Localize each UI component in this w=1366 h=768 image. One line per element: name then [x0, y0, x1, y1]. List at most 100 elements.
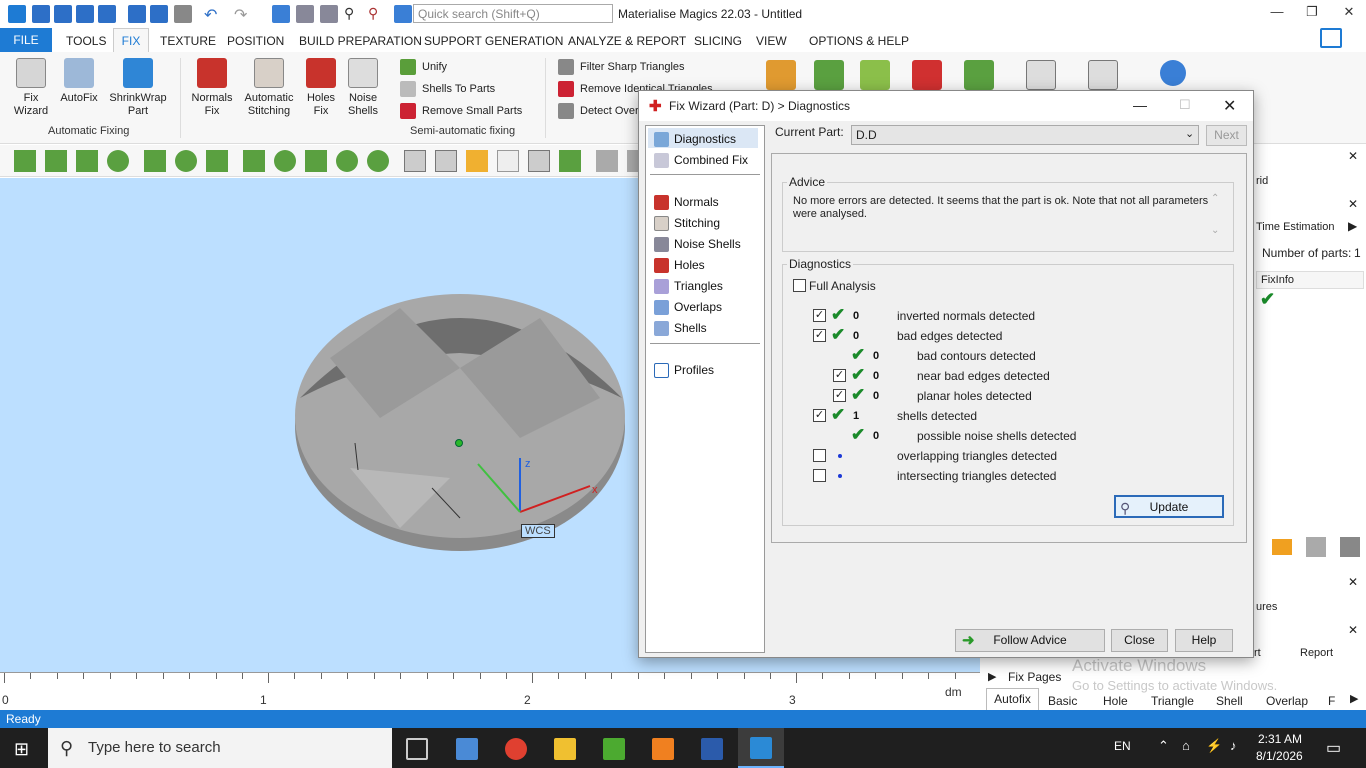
- close-icon[interactable]: ✕: [1348, 623, 1358, 637]
- globe-icon[interactable]: [1160, 60, 1186, 86]
- nav-noise-shells[interactable]: Noise Shells: [652, 235, 741, 253]
- row-checkbox[interactable]: [813, 469, 826, 482]
- minimize-button[interactable]: —: [1262, 4, 1292, 19]
- update-button[interactable]: ⚲ Update: [1114, 495, 1224, 518]
- holes-fix-button[interactable]: Holes Fix: [300, 58, 342, 118]
- computer-icon[interactable]: [456, 738, 478, 760]
- row-checkbox[interactable]: ✓: [813, 309, 826, 322]
- noise-shells-button[interactable]: Noise Shells: [343, 58, 383, 118]
- select-shell-icon[interactable]: [107, 150, 129, 172]
- tab-autofix[interactable]: Autofix: [986, 688, 1039, 710]
- tab-hole[interactable]: Hole: [1103, 694, 1128, 708]
- mark-icon[interactable]: [336, 150, 358, 172]
- network-icon[interactable]: ⌂: [1182, 738, 1190, 753]
- tab-build-preparation[interactable]: BUILD PREPARATION: [299, 34, 422, 48]
- notification-icon[interactable]: ▭: [1326, 738, 1341, 758]
- row-checkbox[interactable]: ✓: [833, 389, 846, 402]
- dialog-maximize-button[interactable]: ☐: [1179, 97, 1191, 113]
- automatic-stitching-button[interactable]: Automatic Stitching: [240, 58, 298, 118]
- tab-texture[interactable]: TEXTURE: [160, 34, 216, 48]
- fix-wizard-button[interactable]: Fix Wizard: [6, 58, 56, 118]
- row-checkbox[interactable]: ✓: [813, 409, 826, 422]
- tool-icon[interactable]: [1306, 537, 1326, 557]
- expand-icon[interactable]: ▶: [988, 670, 996, 683]
- tab-fix[interactable]: FIX: [113, 28, 149, 52]
- select-plane-icon[interactable]: [45, 150, 67, 172]
- save-icon[interactable]: [76, 5, 94, 23]
- row-checkbox[interactable]: ✓: [833, 369, 846, 382]
- tab-basic[interactable]: Basic: [1048, 694, 1077, 708]
- tab-slicing[interactable]: SLICING: [694, 34, 742, 48]
- tool-icon[interactable]: [1026, 60, 1056, 90]
- cube-icon[interactable]: [497, 150, 519, 172]
- cube-icon[interactable]: [528, 150, 550, 172]
- zoom-out-icon[interactable]: ⚲: [368, 5, 386, 23]
- close-icon[interactable]: ✕: [1348, 197, 1358, 211]
- new-icon[interactable]: [32, 5, 50, 23]
- row-checkbox[interactable]: [813, 449, 826, 462]
- cube-color-icon[interactable]: [466, 150, 488, 172]
- redo-icon[interactable]: ↷: [234, 5, 252, 24]
- language-indicator[interactable]: EN: [1114, 739, 1131, 753]
- cube-icon[interactable]: [559, 150, 581, 172]
- power-icon[interactable]: ⚡: [1206, 738, 1222, 754]
- restore-button[interactable]: ❐: [1297, 4, 1327, 20]
- cube-icon[interactable]: [404, 150, 426, 172]
- dialog-close-button[interactable]: ✕: [1223, 96, 1236, 116]
- task-view-icon[interactable]: [406, 738, 428, 760]
- tab-file[interactable]: FILE: [0, 28, 52, 52]
- mark-icon[interactable]: [243, 150, 265, 172]
- chevron-up-icon[interactable]: ⌃: [1158, 738, 1169, 754]
- tool-icon[interactable]: [1272, 539, 1292, 555]
- select-curve-icon[interactable]: [206, 150, 228, 172]
- remove-small-parts-button[interactable]: Remove Small Parts: [400, 102, 522, 120]
- mark-icon[interactable]: [367, 150, 389, 172]
- nav-overlaps[interactable]: Overlaps: [652, 298, 722, 316]
- select-part-icon[interactable]: [272, 5, 290, 23]
- tool-icon[interactable]: [912, 60, 942, 90]
- unify-button[interactable]: Unify: [400, 58, 447, 76]
- close-icon[interactable]: ✕: [1348, 149, 1358, 163]
- zoom-icon[interactable]: ⚲: [344, 5, 362, 23]
- chrome-icon[interactable]: [505, 738, 527, 760]
- folder-icon[interactable]: [554, 738, 576, 760]
- clock-date[interactable]: 8/1/2026: [1256, 749, 1303, 763]
- nav-diagnostics[interactable]: Diagnostics: [652, 130, 736, 148]
- select-brush-icon[interactable]: [175, 150, 197, 172]
- undo-icon[interactable]: ↶: [204, 5, 222, 24]
- select-view-icon[interactable]: [296, 5, 314, 23]
- nav-profiles[interactable]: Profiles: [652, 361, 714, 379]
- arrow-right-icon[interactable]: ▶: [1350, 692, 1358, 705]
- close-dialog-button[interactable]: Close: [1111, 629, 1168, 652]
- tab-triangle[interactable]: Triangle: [1151, 694, 1194, 708]
- tab-position[interactable]: POSITION: [227, 34, 284, 48]
- export-icon[interactable]: [150, 5, 168, 23]
- quick-search-input[interactable]: Quick search (Shift+Q): [413, 4, 613, 23]
- close-button[interactable]: ✕: [1334, 4, 1364, 20]
- tool-icon[interactable]: [1340, 537, 1360, 557]
- windows-start-icon[interactable]: ⊞: [14, 739, 29, 760]
- volume-icon[interactable]: ♪: [1230, 738, 1237, 753]
- save-all-icon[interactable]: [98, 5, 116, 23]
- follow-advice-button[interactable]: ➜ Follow Advice: [955, 629, 1105, 652]
- clock-time[interactable]: 2:31 AM: [1258, 732, 1302, 746]
- mark-icon[interactable]: [274, 150, 296, 172]
- normals-fix-button[interactable]: Normals Fix: [186, 58, 238, 118]
- close-part-icon[interactable]: [174, 5, 192, 23]
- close-icon[interactable]: ✕: [1348, 575, 1358, 589]
- taskbar-search-input[interactable]: Type here to search: [48, 728, 392, 768]
- row-checkbox[interactable]: ✓: [813, 329, 826, 342]
- view-part-icon[interactable]: [320, 5, 338, 23]
- tab-analyze-report[interactable]: ANALYZE & REPORT: [568, 34, 686, 48]
- tab-tools[interactable]: TOOLS: [66, 34, 106, 48]
- monitor-icon[interactable]: [1320, 28, 1342, 48]
- arrow-right-icon[interactable]: ▶: [1348, 219, 1357, 233]
- tab-shell[interactable]: Shell: [1216, 694, 1243, 708]
- select-triangle-icon[interactable]: [14, 150, 36, 172]
- autofix-button[interactable]: AutoFix: [56, 58, 102, 105]
- shells-to-parts-button[interactable]: Shells To Parts: [400, 80, 495, 98]
- pointer-icon[interactable]: [596, 150, 618, 172]
- shrinkwrap-button[interactable]: ShrinkWrap Part: [104, 58, 172, 118]
- next-button[interactable]: Next: [1206, 125, 1247, 146]
- nav-normals[interactable]: Normals: [652, 193, 719, 211]
